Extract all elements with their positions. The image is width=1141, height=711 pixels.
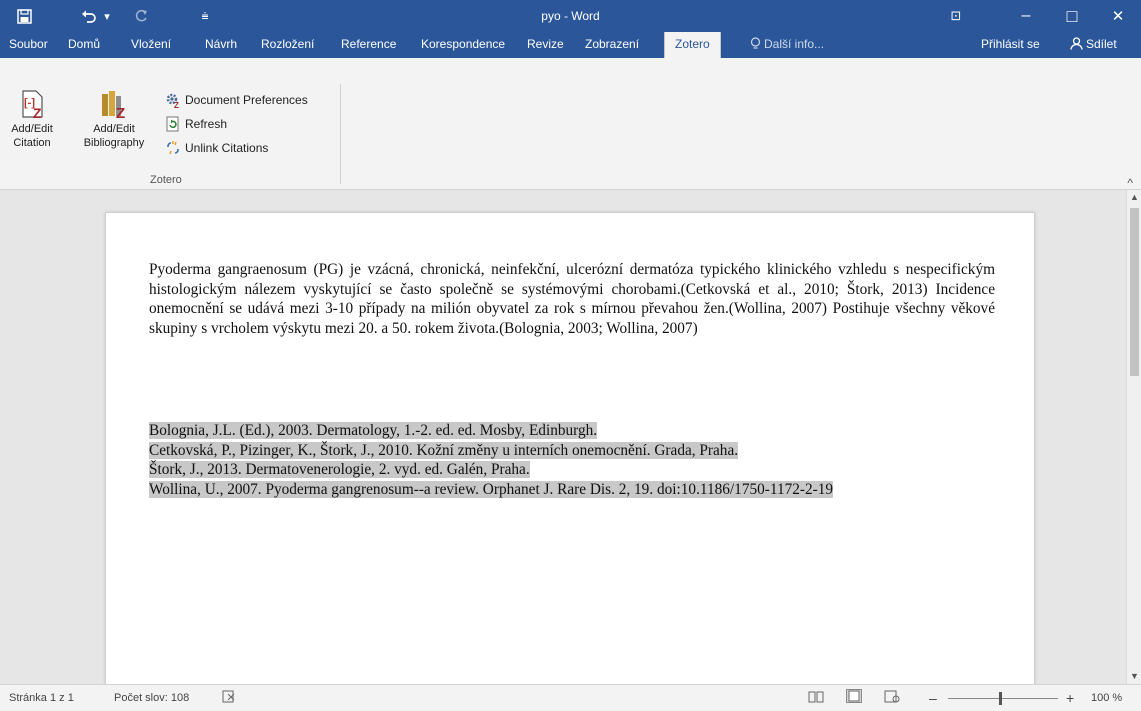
document-preferences-label: Document Preferences	[185, 93, 308, 107]
undo-arrow-icon	[82, 10, 96, 23]
zoom-slider-thumb[interactable]	[999, 692, 1002, 705]
tab-home[interactable]: Domů	[68, 32, 100, 58]
bibliography-entry-wollina[interactable]: Wollina, U., 2007. Pyoderma gangrenosum-…	[149, 480, 995, 500]
web-layout-button[interactable]	[884, 685, 900, 711]
refresh-label: Refresh	[185, 117, 228, 131]
refresh-icon	[164, 115, 182, 133]
print-layout-icon	[846, 689, 862, 703]
zoom-in-button[interactable]: +	[1066, 685, 1074, 711]
unlink-citations-button[interactable]: Unlink Citations	[164, 138, 268, 158]
read-mode-icon	[808, 691, 824, 703]
tab-design[interactable]: Návrh	[205, 32, 237, 58]
refresh-button[interactable]: Refresh	[164, 114, 227, 134]
unlink-icon	[164, 139, 182, 157]
proofing-button[interactable]	[222, 685, 236, 711]
tab-review[interactable]: Revize	[527, 32, 564, 58]
person-icon	[1070, 37, 1083, 50]
title-bar: ▾ ⩧ pyo - Word ⊡ – □ ✕	[0, 0, 1141, 32]
bibliography-entry-text: Bolognia, J.L. (Ed.), 2003. Dermatology,…	[149, 422, 598, 439]
bibliography-entry-bolognia[interactable]: Bolognia, J.L. (Ed.), 2003. Dermatology,…	[149, 421, 995, 441]
tab-insert[interactable]: Vložení	[131, 32, 171, 58]
word-count[interactable]: Počet slov: 108	[114, 685, 189, 711]
ribbon: [-] Z Add/Edit Citation Z Add/Edit Bibli…	[0, 58, 1141, 190]
unlink-citations-label: Unlink Citations	[185, 141, 269, 155]
add-edit-citation-label-2: Citation	[13, 137, 51, 149]
document-area: Pyoderma gangraenosum (PG) je vzácná, ch…	[0, 190, 1126, 684]
ribbon-tabs: Soubor Domů Vložení Návrh Rozložení Refe…	[0, 32, 1141, 58]
tab-layout[interactable]: Rozložení	[261, 32, 314, 58]
ribbon-display-icon: ⊡	[950, 8, 962, 23]
svg-text:Z: Z	[174, 101, 179, 108]
page-count[interactable]: Stránka 1 z 1	[9, 685, 74, 711]
group-divider	[340, 84, 341, 184]
read-mode-button[interactable]	[808, 685, 824, 711]
undo-dropdown[interactable]: ▾	[100, 0, 114, 32]
add-edit-bibliography-button[interactable]: Z Add/Edit Bibliography	[74, 88, 154, 150]
add-citation-icon: [-] Z	[22, 90, 43, 120]
tell-me-label: Další info...	[764, 37, 825, 51]
svg-text:Z: Z	[116, 105, 125, 120]
undo-button[interactable]	[76, 0, 102, 32]
bibliography-entry-cetkovska[interactable]: Cetkovská, P., Pizinger, K., Štork, J., …	[149, 441, 995, 461]
document-preferences-button[interactable]: Z Document Preferences	[164, 90, 308, 110]
tab-references[interactable]: Reference	[341, 32, 396, 58]
close-button[interactable]: ✕	[1095, 0, 1141, 32]
tab-view[interactable]: Zobrazení	[585, 32, 639, 58]
vertical-scrollbar[interactable]: ▲ ▼	[1126, 190, 1141, 684]
scroll-up-button[interactable]: ▲	[1127, 190, 1141, 205]
document-page[interactable]: Pyoderma gangraenosum (PG) je vzácná, ch…	[105, 212, 1035, 684]
ribbon-display-options-button[interactable]: ⊡	[933, 0, 979, 32]
customize-quick-access-button[interactable]: ⩧	[196, 0, 214, 32]
maximize-icon: □	[1066, 5, 1078, 26]
zoom-out-button[interactable]: –	[929, 685, 937, 711]
zoom-slider-track[interactable]	[948, 698, 1058, 699]
close-icon: ✕	[1111, 8, 1125, 25]
tell-me-search[interactable]: Další info...	[750, 32, 824, 58]
bibliography-entry-stork[interactable]: Štork, J., 2013. Dermatovenerologie, 2. …	[149, 460, 995, 480]
bibliography-entry-text: Štork, J., 2013. Dermatovenerologie, 2. …	[149, 461, 530, 479]
scroll-down-button[interactable]: ▼	[1127, 669, 1141, 684]
svg-text:Z: Z	[33, 105, 42, 120]
tab-file[interactable]: Soubor	[9, 32, 48, 58]
add-edit-bibliography-label-1: Add/Edit	[93, 123, 135, 135]
floppy-disk-icon	[16, 8, 32, 24]
share-button[interactable]: Sdílet	[1070, 32, 1117, 58]
add-edit-citation-label-1: Add/Edit	[11, 123, 53, 135]
sign-in-link[interactable]: Přihlásit se	[981, 32, 1040, 58]
proofing-icon	[222, 690, 235, 703]
redo-arrow-icon	[135, 9, 147, 22]
web-layout-icon	[884, 690, 900, 703]
add-edit-citation-button[interactable]: [-] Z Add/Edit Citation	[3, 88, 61, 150]
lightbulb-icon	[750, 37, 761, 49]
tab-zotero[interactable]: Zotero	[664, 32, 721, 58]
collapse-ribbon-button[interactable]: ^	[1127, 176, 1133, 190]
tab-mailings[interactable]: Korespondence	[421, 32, 505, 58]
zoom-level[interactable]: 100 %	[1091, 685, 1122, 711]
print-layout-button[interactable]	[846, 685, 862, 711]
scroll-thumb[interactable]	[1130, 208, 1139, 376]
minimize-icon: –	[1021, 7, 1031, 24]
add-edit-bibliography-label-2: Bibliography	[83, 137, 145, 149]
bibliography-books-icon: Z	[102, 91, 125, 120]
status-bar: Stránka 1 z 1 Počet slov: 108 – + 100 %	[0, 684, 1141, 711]
gear-icon: Z	[164, 91, 182, 109]
bibliography-entry-text: Wollina, U., 2007. Pyoderma gangrenosum-…	[149, 480, 834, 498]
body-paragraph[interactable]: Pyoderma gangraenosum (PG) je vzácná, ch…	[149, 260, 995, 338]
bibliography[interactable]: Bolognia, J.L. (Ed.), 2003. Dermatology,…	[149, 421, 995, 499]
share-label: Sdílet	[1086, 37, 1117, 51]
bibliography-entry-text: Cetkovská, P., Pizinger, K., Štork, J., …	[149, 441, 739, 459]
zotero-group-label: Zotero	[150, 174, 182, 186]
minimize-button[interactable]: –	[1003, 0, 1049, 32]
maximize-button[interactable]: □	[1049, 0, 1095, 32]
redo-button[interactable]	[128, 0, 154, 32]
save-button[interactable]	[10, 0, 38, 32]
